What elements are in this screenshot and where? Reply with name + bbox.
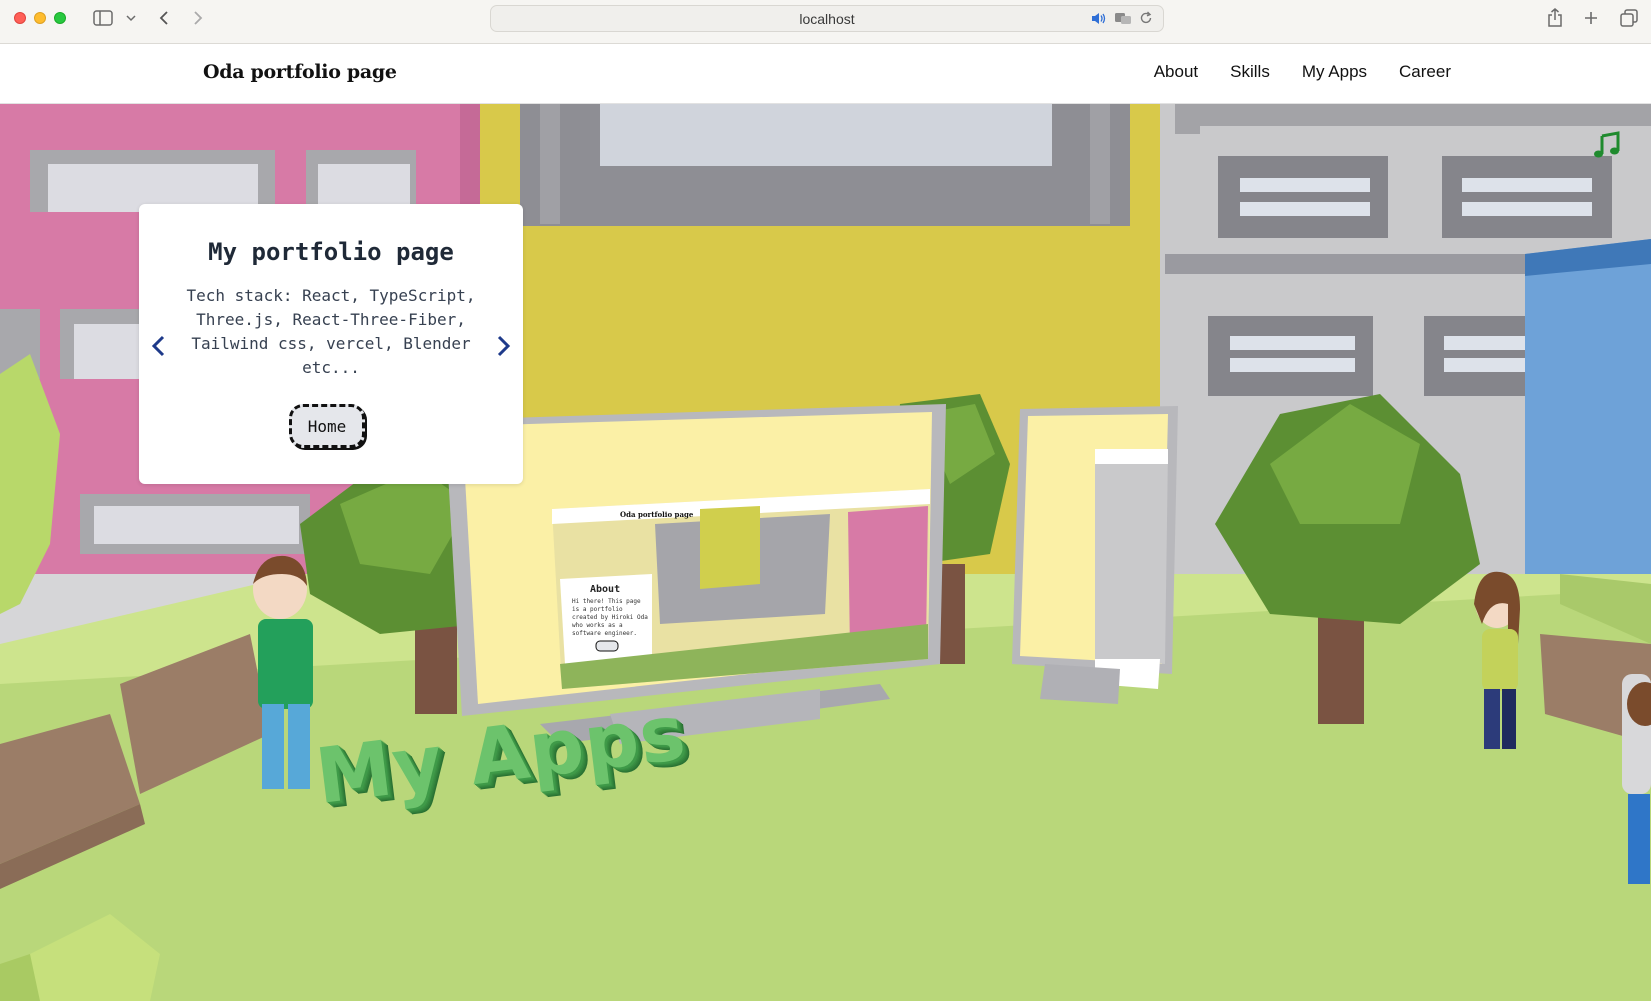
browser-toolbar: localhost (0, 0, 1651, 44)
reload-icon[interactable] (1139, 11, 1153, 30)
site-navbar: Oda portfolio page About Skills My Apps … (0, 44, 1651, 104)
translate-icon[interactable] (1114, 12, 1132, 30)
phone-display-3d (1012, 406, 1178, 704)
card-description: Tech stack: React, TypeScript, Three.js,… (186, 286, 476, 377)
nav-link-my-apps[interactable]: My Apps (1302, 62, 1367, 82)
zoom-window-button[interactable] (54, 12, 66, 24)
character-left (253, 555, 313, 789)
close-window-button[interactable] (14, 12, 26, 24)
forward-icon[interactable] (190, 8, 206, 28)
mini-screen-brand: Oda portfolio page (620, 510, 694, 519)
site-brand[interactable]: Oda portfolio page (203, 61, 397, 83)
share-icon[interactable] (1544, 8, 1566, 28)
nav-link-about[interactable]: About (1154, 62, 1198, 82)
nav-link-skills[interactable]: Skills (1230, 62, 1270, 82)
card-title: My portfolio page (208, 238, 454, 266)
back-icon[interactable] (156, 8, 172, 28)
music-note-icon[interactable] (1592, 130, 1622, 160)
mini-screen-about-title: About (590, 584, 621, 595)
info-card: My portfolio page Tech stack: React, Typ… (139, 204, 523, 484)
nav-links: About Skills My Apps Career (1154, 62, 1451, 82)
url-text: localhost (799, 11, 855, 27)
home-button[interactable]: Home (289, 404, 365, 448)
chevron-right-icon[interactable] (493, 332, 513, 360)
sidebar-toggle-icon[interactable] (92, 8, 114, 28)
tab-overview-icon[interactable] (1618, 8, 1640, 28)
nav-link-career[interactable]: Career (1399, 62, 1451, 82)
new-tab-icon[interactable] (1581, 8, 1601, 28)
mini-screen-about-text: Hi there! This page is a portfolio creat… (572, 598, 648, 637)
address-bar[interactable]: localhost (490, 5, 1164, 32)
chevron-down-icon[interactable] (124, 8, 138, 28)
speaker-icon[interactable] (1091, 12, 1107, 30)
minimize-window-button[interactable] (34, 12, 46, 24)
chevron-left-icon[interactable] (149, 332, 169, 360)
